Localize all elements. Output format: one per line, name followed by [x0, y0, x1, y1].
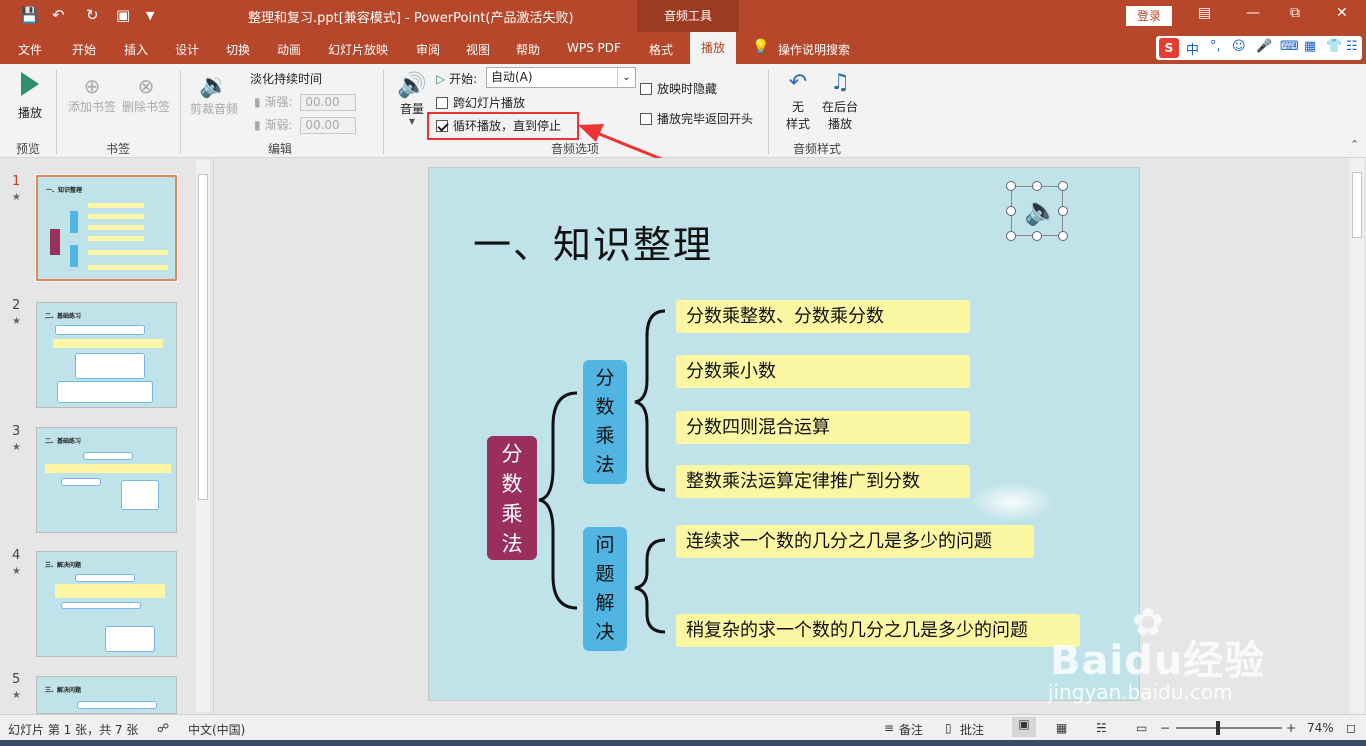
thumb-note — [75, 574, 135, 582]
current-slide[interactable]: 一、知识整理 🔈 分 数 乘 法 分 数 乘 法 问 题 解 决 分数乘整数、分… — [428, 167, 1140, 701]
transition-star-icon: ★ — [12, 442, 21, 453]
thumb-note — [61, 478, 101, 486]
watermark-url: jingyan.baidu.com — [1048, 680, 1233, 704]
branch-char: 决 — [595, 621, 615, 643]
thumb-note — [121, 480, 159, 510]
zoom-in-button[interactable]: + — [1286, 721, 1296, 735]
baidu-jingyan-watermark: ✿ Baidu经验 jingyan.baidu.com — [1040, 600, 1360, 710]
slideshow-view-icon[interactable]: ▭ — [1136, 721, 1147, 735]
thumb-title: 一、知识整理 — [46, 187, 83, 194]
leaf-node[interactable]: 分数乘小数 — [676, 355, 970, 388]
thumb-number: 1 — [12, 174, 21, 189]
branch1-brace — [634, 309, 666, 492]
thumb-leaf — [88, 214, 144, 219]
notes-button[interactable]: 备注 — [899, 721, 923, 738]
thumb-note — [77, 701, 157, 709]
thumb-leaf — [88, 250, 168, 255]
root-char: 分 — [501, 442, 523, 466]
root-brace — [538, 391, 578, 610]
transition-star-icon: ★ — [12, 566, 21, 577]
thumb-leaf — [88, 225, 144, 230]
transition-star-icon: ★ — [12, 316, 21, 327]
leaf-node[interactable]: 分数四则混合运算 — [676, 411, 970, 444]
root-node[interactable]: 分 数 乘 法 — [487, 436, 537, 560]
thumb-leaf — [88, 203, 144, 208]
thumb-leaf — [55, 584, 165, 598]
transition-star-icon: ★ — [12, 690, 21, 701]
zoom-slider-thumb[interactable] — [1216, 721, 1220, 735]
leaf-node[interactable]: 整数乘法运算定律推广到分数 — [676, 465, 970, 498]
branch2-brace — [634, 538, 666, 634]
branch-char: 法 — [595, 454, 615, 476]
leaf-node[interactable]: 连续求一个数的几分之几是多少的问题 — [676, 525, 1034, 558]
branch-char: 分 — [595, 367, 615, 389]
branch-char: 数 — [595, 396, 615, 418]
thumb-note — [55, 325, 145, 335]
thumb-branch-box — [70, 211, 78, 233]
thumb-note — [75, 353, 145, 379]
comments-icon: ▯ — [945, 721, 952, 735]
root-char: 乘 — [501, 502, 523, 526]
zoom-level[interactable]: 74% — [1307, 721, 1334, 735]
thumb-note — [57, 381, 153, 403]
thumb-title: 三、解决问题 — [45, 687, 82, 694]
thumb-root-box — [50, 229, 60, 255]
thumb-title: 三、解决问题 — [45, 562, 82, 569]
thumb-note — [105, 626, 155, 652]
thumb-title: 二、基础练习 — [45, 438, 82, 445]
slide-sorter-icon[interactable]: ▦ — [1056, 721, 1067, 735]
thumbnail-scrollbar[interactable] — [196, 160, 210, 712]
thumb-note — [83, 452, 133, 460]
thumb-number: 4 — [12, 548, 21, 563]
slide-thumbnail-1[interactable]: 一、知识整理 — [35, 174, 178, 282]
leaf-node[interactable]: 分数乘整数、分数乘分数 — [676, 300, 970, 333]
reading-view-icon[interactable]: ☵ — [1096, 721, 1107, 735]
branch-char: 乘 — [595, 425, 615, 447]
normal-view-icon[interactable]: ▣ — [1012, 717, 1036, 737]
status-bar: 幻灯片 第 1 张，共 7 张 ☍ 中文(中国) ≡ 备注 ▯ 批注 ▣ ▦ ☵… — [0, 714, 1366, 740]
canvas-scroll-thumb[interactable] — [1352, 172, 1362, 238]
thumb-note — [61, 602, 141, 609]
thumb-number: 3 — [12, 424, 21, 439]
zoom-slider[interactable] — [1176, 727, 1282, 729]
thumb-branch-box — [70, 245, 78, 267]
comments-button[interactable]: 批注 — [960, 721, 984, 738]
branch-char: 解 — [595, 592, 615, 614]
accessibility-icon[interactable]: ☍ — [157, 721, 169, 735]
notes-icon: ≡ — [884, 721, 895, 735]
slide-thumbnail-2[interactable]: 二、基础练习 — [36, 302, 177, 408]
transition-star-icon: ★ — [12, 192, 21, 203]
branch-char: 题 — [595, 563, 615, 585]
watermark-brand: Baidu经验 — [1050, 638, 1266, 684]
thumb-leaf — [53, 339, 163, 348]
branch-node-problem-solving[interactable]: 问 题 解 决 — [583, 527, 627, 651]
thumb-leaf — [88, 265, 168, 270]
language-indicator[interactable]: 中文(中国) — [188, 721, 245, 738]
slide-thumbnail-5[interactable]: 三、解决问题 — [36, 676, 177, 714]
thumbnail-scroll-thumb[interactable] — [198, 174, 208, 500]
slide-thumbnail-pane: 1 ★ 一、知识整理 2 ★ 二、基础练习 3 ★ 二、基础练习 4 ★ 三、解… — [0, 158, 214, 714]
root-char: 数 — [501, 472, 523, 496]
zoom-out-button[interactable]: − — [1160, 721, 1170, 735]
glow-decoration — [969, 482, 1055, 522]
thumb-leaf — [88, 236, 144, 241]
fit-slide-icon[interactable]: ◻ — [1346, 721, 1356, 735]
root-char: 法 — [501, 532, 523, 556]
slide-thumbnail-4[interactable]: 三、解决问题 — [36, 551, 177, 657]
leaf-node[interactable]: 稍复杂的求一个数的几分之几是多少的问题 — [676, 614, 1080, 647]
slide-thumbnail-3[interactable]: 二、基础练习 — [36, 427, 177, 533]
thumb-number: 5 — [12, 672, 21, 687]
thumb-number: 2 — [12, 298, 21, 313]
branch-node-fraction-multiplication[interactable]: 分 数 乘 法 — [583, 360, 627, 484]
slide-counter: 幻灯片 第 1 张，共 7 张 — [8, 723, 139, 737]
branch-char: 问 — [595, 534, 615, 556]
thumb-title: 二、基础练习 — [45, 313, 82, 320]
os-taskbar — [0, 740, 1366, 746]
thumb-leaf — [45, 464, 171, 473]
